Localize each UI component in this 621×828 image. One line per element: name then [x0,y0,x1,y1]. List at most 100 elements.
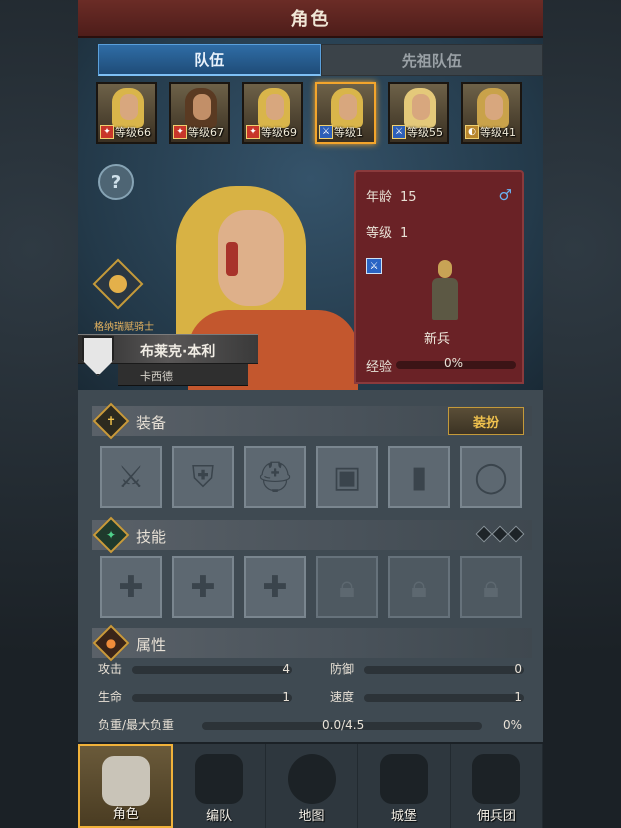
age-value: 15 [400,190,417,205]
nav-map-label: 地图 [298,809,325,824]
fire-icon: ✦ [100,125,114,139]
hero-info-banner: 年龄 15 ♂ 等级 1 ⚔ 新兵 经验 0% [354,170,524,384]
load-value: 0.0/4.5 [322,718,365,732]
attack-row: 攻击 4 [98,660,294,680]
nav-map[interactable]: 地图 [266,744,359,828]
level-value: 1 [400,226,409,241]
helmet-slot-icon[interactable]: ⛑ [244,446,306,508]
hp-label: 生命 [98,690,123,704]
sword-icon: ⚔ [392,125,406,139]
inventory-bag-icon[interactable] [92,258,144,310]
exp-value: 0% [444,356,464,370]
speed-label: 速度 [330,690,355,704]
level-row: 等级 1 [366,222,408,241]
background-right [543,0,621,828]
hero-card-6[interactable]: ◐ 等级41 [461,82,522,144]
boots-slot-icon[interactable]: ▮ [388,446,450,508]
hero-title: 格纳瑞赋骑士 [94,322,154,333]
load-percent: 0% [502,718,522,732]
lock-icon[interactable]: 🔒︎ [388,556,450,618]
hp-row: 生命 1 [98,688,294,708]
skill-slot-cross-icon[interactable]: ✚ [100,556,162,618]
hero-level: 等级55 [407,126,443,139]
load-row: 负重/最大负重 0.0/4.5 0% [98,716,526,736]
class-figure [426,260,466,322]
hero-card-4[interactable]: ⚔ 等级1 [315,82,376,144]
hero-level: 等级67 [188,126,224,139]
load-label: 负重/最大负重 [98,718,175,732]
sword-icon: ⚔ [366,258,382,274]
male-gender-icon: ♂ [498,186,512,204]
nav-formation[interactable]: 编队 [173,744,266,828]
defense-value: 0 [514,662,522,676]
hero-card-1[interactable]: ✦ 等级66 [96,82,157,144]
shield-slot-icon[interactable]: ⛨ [172,446,234,508]
exp-label: 经验 [366,360,393,375]
nav-castle[interactable]: 城堡 [358,744,451,828]
hero-origin: 卡西德 [140,370,173,383]
hero-card-5[interactable]: ⚔ 等级55 [388,82,449,144]
hero-origin-plate: 卡西德 [118,364,248,386]
nav-mercenary-label: 佣兵团 [476,809,516,824]
team-tabs: 队伍 先祖队伍 [98,44,543,76]
age-label: 年龄 [366,190,393,205]
nav-character-label: 角色 [112,807,139,822]
exp-row: 经验 0% [366,356,516,375]
person-icon: ● [105,636,117,650]
attributes-label: 属性 [136,636,167,654]
character-overview: 队伍 先祖队伍 ✦ 等级66 ✦ 等级67 ✦ 等级69 ⚔ 等级1 ⚔ 等级5… [78,38,543,390]
hero-name: 布莱克·本利 [140,344,216,360]
formation-icon [195,754,244,804]
sword-slot-icon[interactable]: ⚔ [100,446,162,508]
lock-icon[interactable]: 🔒︎ [460,556,522,618]
skills-label: 技能 [136,528,167,546]
skill-points-indicator [475,525,525,543]
hero-level: 等级69 [261,126,297,139]
class-name: 新兵 [424,332,451,347]
header-bar: 角色 [78,0,543,38]
nav-mercenary[interactable]: 佣兵团 [451,744,544,828]
hero-card-2[interactable]: ✦ 等级67 [169,82,230,144]
sword-icon: ⚔ [319,125,333,139]
ring-slot-icon[interactable]: ◯ [460,446,522,508]
hero-level: 等级66 [115,126,151,139]
compass-icon [287,754,336,804]
attributes-header: ● 属性 [92,624,532,662]
equipment-header: ✝ 装备 装扮 [92,402,532,440]
lock-icon[interactable]: 🔒︎ [316,556,378,618]
star-icon: ✦ [105,528,117,542]
hero-roster: ✦ 等级66 ✦ 等级67 ✦ 等级69 ⚔ 等级1 ⚔ 等级55 ◐ 等级41 [96,82,526,146]
defense-row: 防御 0 [330,660,526,680]
hero-card-3[interactable]: ✦ 等级69 [242,82,303,144]
equipment-label: 装备 [136,414,167,432]
hero-level: 等级1 [334,126,363,139]
skills-header: ✦ 技能 [92,516,532,554]
help-button[interactable]: ? [98,164,134,200]
skill-slot-cross-icon[interactable]: ✚ [172,556,234,618]
knight-icon [101,756,150,806]
character-panel: 角色 队伍 先祖队伍 ✦ 等级66 ✦ 等级67 ✦ 等级69 ⚔ 等级1 ⚔ … [78,0,544,828]
tab-ancestor-team[interactable]: 先祖队伍 [320,44,543,76]
age-row: 年龄 15 [366,186,417,205]
dress-up-button[interactable]: 装扮 [448,407,524,435]
level-label: 等级 [366,226,393,241]
nav-castle-label: 城堡 [390,809,417,824]
hp-value: 1 [282,690,290,704]
bottom-nav: 角色 编队 地图 城堡 佣兵团 [78,742,544,828]
speed-value: 1 [514,690,522,704]
background-left [0,0,78,828]
speed-row: 速度 1 [330,688,526,708]
attack-value: 4 [282,662,290,676]
castle-icon [379,754,428,804]
defense-label: 防御 [330,662,355,676]
faction-shield-icon [82,336,114,376]
nav-character[interactable]: 角色 [78,744,174,828]
hero-level: 等级41 [480,126,516,139]
attack-label: 攻击 [98,662,123,676]
shield-icon: ◐ [465,125,479,139]
mercenary-icon [472,754,521,804]
tab-team[interactable]: 队伍 [98,44,321,76]
cross-icon: ✝ [105,414,117,428]
skill-slot-cross-icon[interactable]: ✚ [244,556,306,618]
armor-slot-icon[interactable]: ▣ [316,446,378,508]
